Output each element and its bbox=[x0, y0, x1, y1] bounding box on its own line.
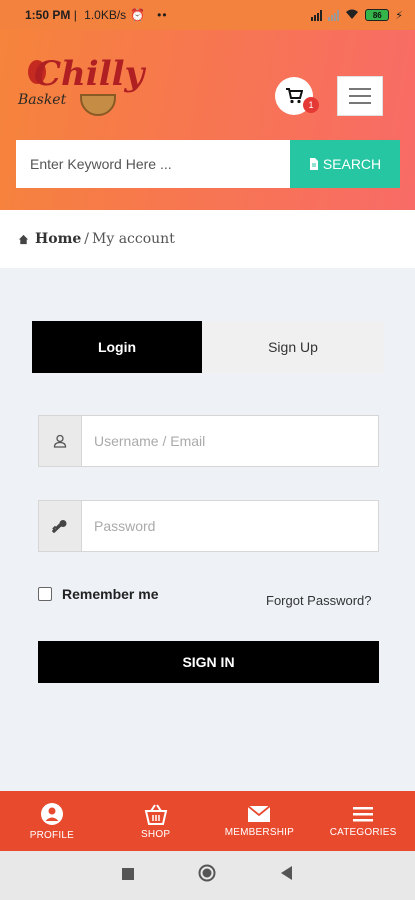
breadcrumb: Home / My account bbox=[0, 210, 415, 268]
search-bar: SEARCH bbox=[16, 140, 400, 188]
search-input[interactable] bbox=[16, 140, 290, 188]
nav-membership[interactable]: MEMBERSHIP bbox=[208, 791, 312, 851]
battery-icon: 86 bbox=[365, 9, 390, 21]
menu-button[interactable] bbox=[337, 76, 383, 116]
search-button[interactable]: SEARCH bbox=[290, 140, 400, 188]
signal-icon bbox=[311, 9, 323, 21]
list-icon bbox=[353, 806, 374, 821]
key-icon bbox=[39, 501, 82, 551]
home-button-icon[interactable] bbox=[198, 864, 216, 887]
search-button-label: SEARCH bbox=[322, 156, 382, 172]
breadcrumb-home[interactable]: Home bbox=[35, 231, 81, 247]
remember-checkbox[interactable] bbox=[38, 587, 52, 601]
charging-icon: ⚡ bbox=[395, 9, 403, 22]
cart-count-badge: 1 bbox=[303, 97, 319, 113]
password-input[interactable] bbox=[82, 501, 378, 551]
remember-me[interactable]: Remember me bbox=[38, 586, 159, 602]
nav-membership-label: MEMBERSHIP bbox=[224, 826, 294, 838]
status-dots: •• bbox=[157, 8, 168, 22]
nav-profile-label: PROFILE bbox=[29, 829, 74, 841]
password-field bbox=[38, 500, 379, 552]
nav-categories-label: CATEGORIES bbox=[329, 826, 397, 838]
alarm-icon: ⏰ bbox=[130, 8, 146, 22]
sign-in-button[interactable]: SIGN IN bbox=[38, 641, 379, 683]
user-icon bbox=[39, 416, 82, 466]
breadcrumb-separator: / bbox=[84, 231, 90, 247]
status-bar: 1:50 PM | 1.0KB/s ⏰ •• 86 ⚡ bbox=[0, 0, 415, 30]
bottom-nav: PROFILE SHOP MEMBERSHIP CATEGORIES bbox=[0, 791, 415, 851]
username-input[interactable] bbox=[82, 416, 378, 466]
nav-shop[interactable]: SHOP bbox=[104, 791, 208, 851]
nav-shop-label: SHOP bbox=[141, 828, 171, 840]
status-separator: | bbox=[70, 8, 81, 22]
system-nav bbox=[0, 851, 415, 900]
basket-icon bbox=[80, 94, 116, 116]
basket-icon bbox=[144, 803, 167, 825]
username-field bbox=[38, 415, 379, 467]
tab-login[interactable]: Login bbox=[32, 321, 202, 373]
menu-icon-line bbox=[349, 88, 371, 90]
home-icon bbox=[18, 234, 29, 244]
nav-categories[interactable]: CATEGORIES bbox=[311, 791, 415, 851]
breadcrumb-current: My account bbox=[92, 231, 175, 247]
search-doc-icon bbox=[309, 158, 318, 170]
brand-subname: Basket bbox=[18, 92, 67, 108]
nav-profile[interactable]: PROFILE bbox=[0, 791, 104, 851]
menu-icon-line bbox=[349, 95, 371, 97]
forgot-password-link[interactable]: Forgot Password? bbox=[266, 593, 372, 608]
remember-label: Remember me bbox=[62, 586, 159, 602]
auth-tabs: Login Sign Up bbox=[32, 321, 384, 373]
status-network-speed: 1.0KB/s bbox=[84, 8, 127, 22]
header: Chilly Basket 1 SEARCH bbox=[0, 30, 415, 210]
brand-logo[interactable]: Chilly Basket bbox=[18, 54, 158, 144]
cart-icon bbox=[286, 88, 303, 104]
tab-signup[interactable]: Sign Up bbox=[202, 321, 384, 373]
brand-name: Chilly bbox=[34, 54, 145, 94]
envelope-icon bbox=[247, 804, 271, 822]
signal-secondary-icon bbox=[328, 9, 340, 21]
profile-icon bbox=[40, 802, 63, 825]
wifi-icon bbox=[345, 8, 359, 23]
recents-icon[interactable] bbox=[122, 867, 135, 885]
menu-icon-line bbox=[349, 102, 371, 104]
status-time: 1:50 PM bbox=[25, 8, 71, 22]
back-icon[interactable] bbox=[280, 866, 293, 885]
